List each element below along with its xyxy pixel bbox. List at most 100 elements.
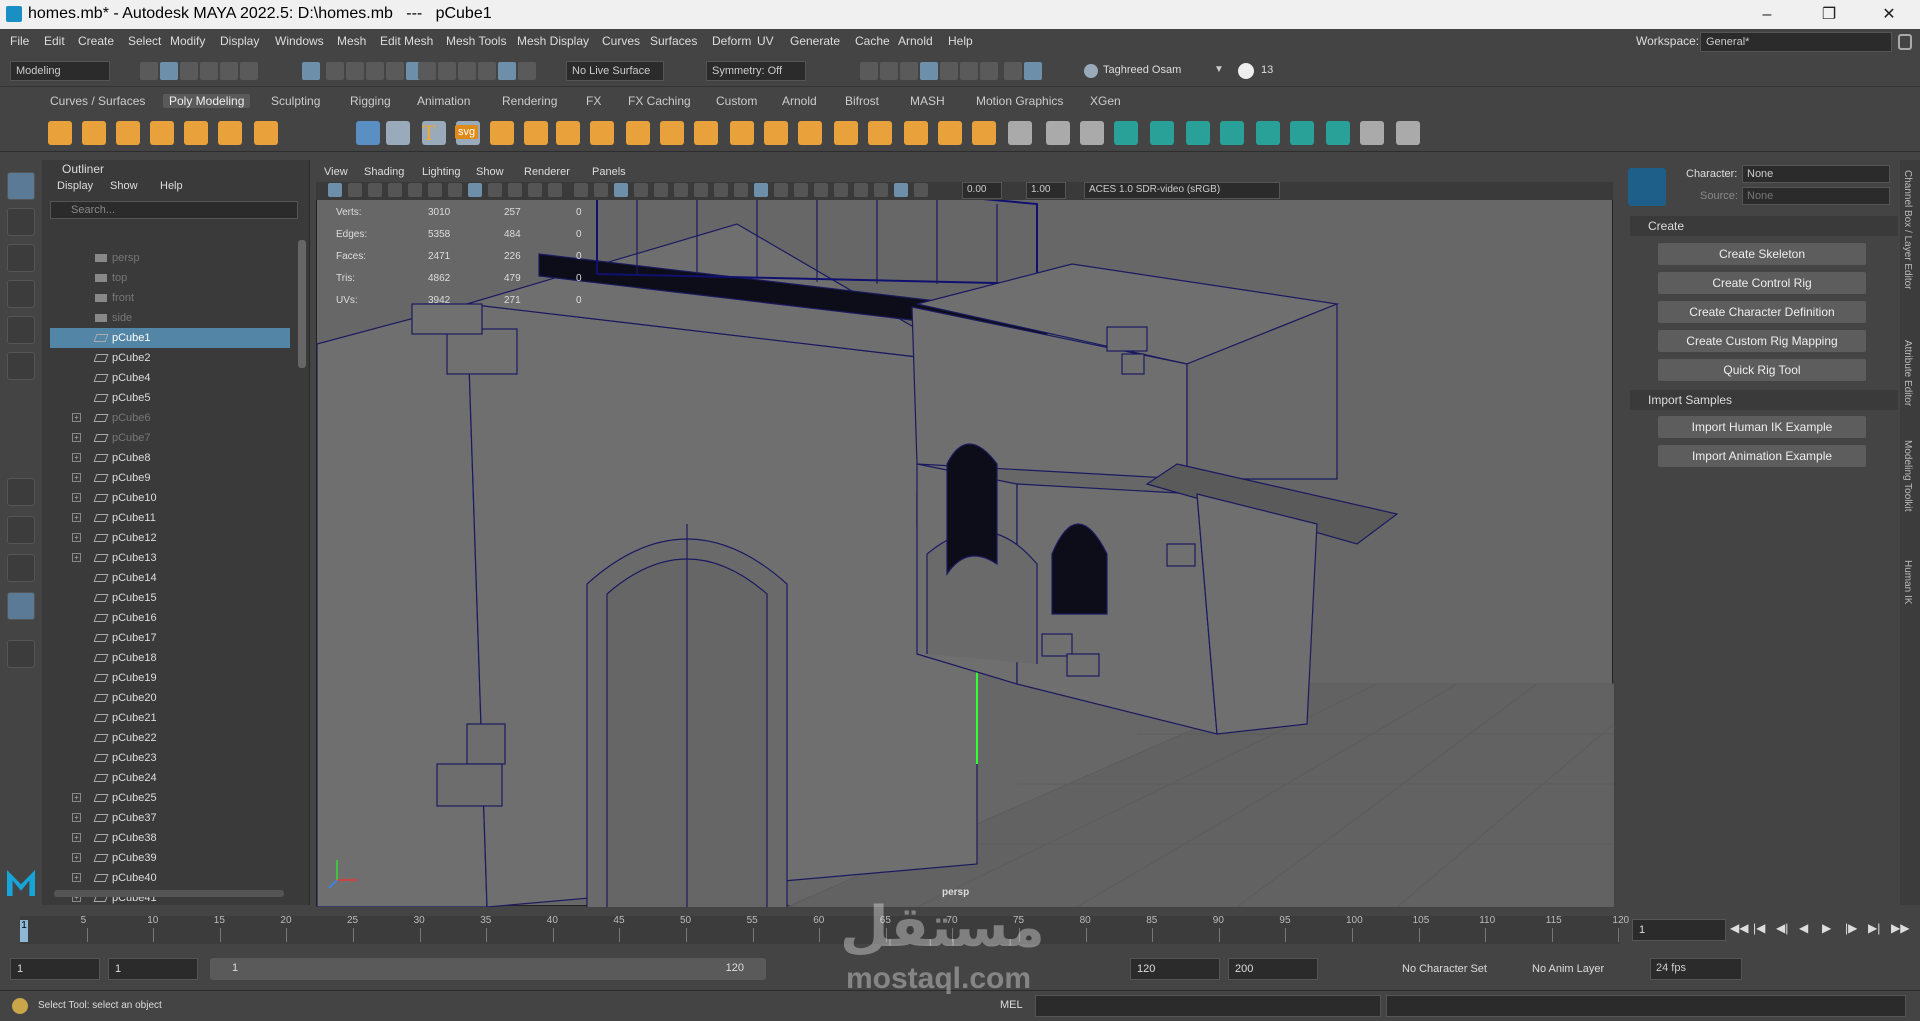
- current-frame-field[interactable]: 1: [1632, 919, 1726, 941]
- menu-file[interactable]: File: [10, 34, 29, 48]
- outliner-item-pcube20[interactable]: pCube20: [50, 688, 290, 708]
- colorspace-dropdown[interactable]: ACES 1.0 SDR-video (sRGB): [1084, 182, 1280, 199]
- menu-mesh-display[interactable]: Mesh Display: [517, 34, 589, 48]
- shelf-tool-icon[interactable]: [1360, 121, 1384, 145]
- viewport-tool-icon[interactable]: [328, 183, 342, 197]
- menu-display[interactable]: Display: [220, 34, 259, 48]
- workspace-dropdown[interactable]: General*: [1700, 32, 1892, 52]
- menu-surfaces[interactable]: Surfaces: [650, 34, 697, 48]
- statusline-tool-icon[interactable]: [940, 62, 958, 80]
- outliner-item-top[interactable]: top: [50, 268, 290, 288]
- shelf-tab-motion-graphics[interactable]: Motion Graphics: [970, 94, 1069, 108]
- import-animation-example-button[interactable]: Import Animation Example: [1658, 445, 1866, 467]
- near-clip-field[interactable]: 0.00: [962, 182, 1002, 199]
- expand-toggle-icon[interactable]: +: [72, 513, 81, 522]
- start-frame-field[interactable]: 1: [10, 958, 100, 980]
- shelf-tool-icon[interactable]: [660, 121, 684, 145]
- viewport-tool-icon[interactable]: [694, 183, 708, 197]
- shelf-tool-icon[interactable]: [150, 121, 174, 145]
- two-view-icon[interactable]: [7, 554, 35, 582]
- playback-control-icon[interactable]: |▶: [1845, 921, 1857, 935]
- shelf-tool-icon[interactable]: [764, 121, 788, 145]
- expand-toggle-icon[interactable]: +: [72, 793, 81, 802]
- menu-edit-mesh[interactable]: Edit Mesh: [380, 34, 433, 48]
- outliner-scrollbar[interactable]: [298, 240, 306, 368]
- statusline-tool-icon[interactable]: [200, 62, 218, 80]
- menu-cache[interactable]: Cache: [855, 34, 890, 48]
- viewport-tool-icon[interactable]: [854, 183, 868, 197]
- statusline-tool-icon[interactable]: [518, 62, 536, 80]
- shelf-tool-icon[interactable]: [82, 121, 106, 145]
- chevron-down-icon[interactable]: ▼: [1214, 64, 1224, 75]
- end-frame-field[interactable]: 200: [1228, 958, 1318, 980]
- playback-control-icon[interactable]: ▶|: [1868, 921, 1880, 935]
- script-language-toggle[interactable]: MEL: [1000, 999, 1023, 1011]
- shelf-tool-icon[interactable]: [524, 121, 548, 145]
- import-section-header[interactable]: Import Samples: [1630, 390, 1898, 410]
- outliner-item-pcube24[interactable]: pCube24: [50, 768, 290, 788]
- menu-mesh-tools[interactable]: Mesh Tools: [446, 34, 506, 48]
- shelf-tool-icon[interactable]: [938, 121, 962, 145]
- far-clip-field[interactable]: 1.00: [1026, 182, 1066, 199]
- shelf-tool-icon[interactable]: [1186, 121, 1210, 145]
- expand-toggle-icon[interactable]: +: [72, 453, 81, 462]
- viewport-menu-view[interactable]: View: [324, 166, 348, 178]
- create-control-rig-button[interactable]: Create Control Rig: [1658, 272, 1866, 294]
- viewport-tool-icon[interactable]: [508, 183, 522, 197]
- menu-mesh[interactable]: Mesh: [337, 34, 366, 48]
- maximize-button[interactable]: ❐: [1806, 0, 1852, 29]
- svg-tool-icon[interactable]: svg: [455, 125, 479, 139]
- statusline-tool-icon[interactable]: [366, 62, 384, 80]
- outliner-menu-help[interactable]: Help: [160, 180, 183, 192]
- viewport-tool-icon[interactable]: [614, 183, 628, 197]
- viewport-menu-lighting[interactable]: Lighting: [422, 166, 461, 178]
- viewport-tool-icon[interactable]: [428, 183, 442, 197]
- mode-dropdown[interactable]: Modeling: [10, 61, 110, 81]
- shelf-tool-icon[interactable]: [254, 121, 278, 145]
- outliner-item-pcube13[interactable]: + pCube13: [50, 548, 290, 568]
- outliner-item-pcube23[interactable]: pCube23: [50, 748, 290, 768]
- side-tab-modeling-toolkit[interactable]: Modeling Toolkit: [1902, 440, 1913, 512]
- viewport-tool-icon[interactable]: [714, 183, 728, 197]
- user-name[interactable]: Taghreed Osam: [1103, 64, 1181, 76]
- shelf-tab-bifrost[interactable]: Bifrost: [839, 94, 885, 108]
- outliner-item-pcube4[interactable]: pCube4: [50, 368, 290, 388]
- shelf-tool-icon[interactable]: [834, 121, 858, 145]
- outliner-menu-display[interactable]: Display: [57, 180, 93, 192]
- outliner-item-pcube16[interactable]: pCube16: [50, 608, 290, 628]
- viewport-tool-icon[interactable]: [734, 183, 748, 197]
- shelf-tool-icon[interactable]: [626, 121, 650, 145]
- single-view-icon[interactable]: [7, 478, 35, 506]
- playback-control-icon[interactable]: ◀|: [1776, 921, 1788, 935]
- playback-control-icon[interactable]: ◀◀: [1730, 921, 1748, 935]
- viewport-tool-icon[interactable]: [814, 183, 828, 197]
- outliner-item-pcube37[interactable]: + pCube37: [50, 808, 290, 828]
- menu-uv[interactable]: UV: [757, 34, 774, 48]
- side-tab-channel-box-layer-editor[interactable]: Channel Box / Layer Editor: [1902, 170, 1913, 290]
- quick-rig-tool-button[interactable]: Quick Rig Tool: [1658, 359, 1866, 381]
- shelf-tab-fx[interactable]: FX: [580, 94, 607, 108]
- expand-toggle-icon[interactable]: +: [72, 553, 81, 562]
- select-tool-icon[interactable]: [7, 172, 35, 200]
- side-tab-attribute-editor[interactable]: Attribute Editor: [1902, 340, 1913, 406]
- shelf-tool-icon[interactable]: [1046, 121, 1070, 145]
- shelf-tab-mash[interactable]: MASH: [904, 94, 951, 108]
- move-tool-icon[interactable]: [7, 280, 35, 308]
- shelf-tool-icon[interactable]: [490, 121, 514, 145]
- shelf-tool-icon[interactable]: [590, 121, 614, 145]
- create-section-header[interactable]: Create: [1630, 216, 1898, 236]
- expand-toggle-icon[interactable]: +: [72, 873, 81, 882]
- viewport-tool-icon[interactable]: [774, 183, 788, 197]
- viewport-menu-panels[interactable]: Panels: [592, 166, 626, 178]
- menu-curves[interactable]: Curves: [602, 34, 640, 48]
- create-character-definition-button[interactable]: Create Character Definition: [1658, 301, 1866, 323]
- symmetry-dropdown[interactable]: Symmetry: Off: [706, 61, 806, 81]
- outliner-item-pcube12[interactable]: + pCube12: [50, 528, 290, 548]
- shelf-tool-icon[interactable]: [1150, 121, 1174, 145]
- minimize-button[interactable]: –: [1744, 0, 1790, 29]
- expand-toggle-icon[interactable]: +: [72, 413, 81, 422]
- shelf-tool-icon[interactable]: [1220, 121, 1244, 145]
- outliner-item-pcube10[interactable]: + pCube10: [50, 488, 290, 508]
- outliner-item-pcube9[interactable]: + pCube9: [50, 468, 290, 488]
- expand-toggle-icon[interactable]: +: [72, 533, 81, 542]
